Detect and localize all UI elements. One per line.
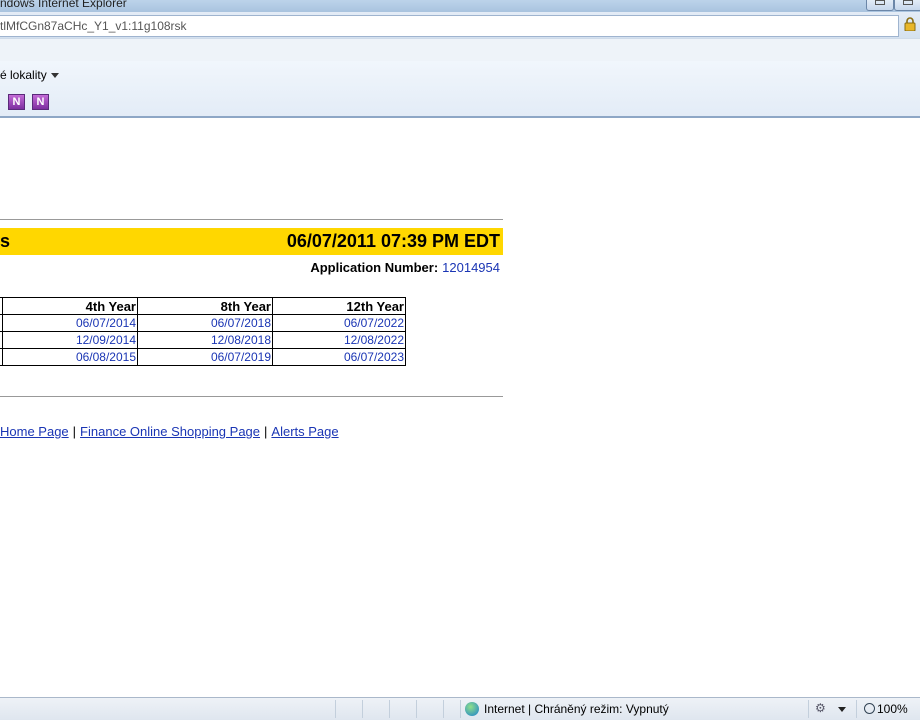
finance-online-shopping-link[interactable]: Finance Online Shopping Page [80,424,260,439]
restore-icon [903,0,913,5]
home-page-link[interactable]: Home Page [0,424,69,439]
window-title: ndows Internet Explorer [0,0,127,10]
favorites-menu[interactable]: é lokality [0,68,59,82]
globe-icon [465,702,479,716]
address-url: tlMfCGn87aCHc_Y1_v1:11g108rsk [0,19,187,33]
gear-icon[interactable]: ⚙ [815,702,829,715]
lock-icon[interactable] [903,17,917,31]
restore-button[interactable] [894,0,920,11]
divider-bottom [0,396,503,397]
table-cell: 06/08/2015 [2,348,138,366]
chevron-down-icon[interactable] [838,707,846,712]
link-separator: | [72,424,77,439]
application-number-label: Application Number: [310,260,439,275]
page-header-title: s [0,231,11,251]
status-divider [416,700,417,718]
favorites-label: é lokality [0,68,47,82]
table-cell: 06/07/2022 [272,314,406,332]
address-bar: tlMfCGn87aCHc_Y1_v1:11g108rsk [0,12,920,38]
table-row: 12/09/2014 12/08/2018 12/08/2022 [0,331,406,349]
minimize-button[interactable] [866,0,894,11]
alerts-page-link[interactable]: Alerts Page [271,424,338,439]
table-cell: 06/07/2018 [137,314,273,332]
chevron-down-icon [50,73,59,79]
table-cell: 06/07/2014 [2,314,138,332]
status-divider [335,700,336,718]
table-cell: 06/07/2019 [137,348,273,366]
command-bar [0,38,920,62]
onenote-linked-icon[interactable]: N [32,94,49,110]
table-header-cell: 12th Year [272,297,406,315]
status-bar: Internet | Chráněný režim: Vypnutý ⚙ 100… [0,697,920,720]
table-cell: 12/09/2014 [2,331,138,349]
link-separator: | [264,424,268,439]
page-header-bar: s 06/07/2011 07:39 PM EDT [0,228,503,255]
status-divider [389,700,390,718]
status-divider [443,700,444,718]
application-number: Application Number: 12014954 [310,260,500,275]
table-cell: 12/08/2018 [137,331,273,349]
page-content: s 06/07/2011 07:39 PM EDT Application Nu… [0,118,920,696]
status-divider [460,700,461,718]
divider-top [0,219,503,220]
zoom-icon[interactable] [864,703,875,714]
table-row: 06/07/2014 06/07/2018 06/07/2022 [0,314,406,332]
status-divider [808,700,809,718]
onenote-icon[interactable]: N [8,94,25,110]
security-zone[interactable]: Internet | Chráněný režim: Vypnutý [484,702,669,716]
favorites-bar: é lokality N N [0,61,920,118]
title-bar: ndows Internet Explorer [0,0,920,12]
status-divider [362,700,363,718]
table-header-cell: 4th Year [2,297,138,315]
table-header-cell: 8th Year [137,297,273,315]
dates-table: 4th Year 8th Year 12th Year 06/07/2014 0… [0,297,406,366]
application-number-value: 12014954 [442,260,500,275]
zoom-level[interactable]: 100% [877,702,908,716]
table-cell: 12/08/2022 [272,331,406,349]
table-header-row: 4th Year 8th Year 12th Year [0,297,406,315]
footer-links: Home Page | Finance Online Shopping Page | A… [0,424,339,439]
status-divider [856,700,857,718]
address-field[interactable]: tlMfCGn87aCHc_Y1_v1:11g108rsk [0,15,899,37]
page-timestamp: 06/07/2011 07:39 PM EDT [286,231,500,251]
table-cell: 06/07/2023 [272,348,406,366]
minimize-icon [875,0,885,5]
table-row: 06/08/2015 06/07/2019 06/07/2023 [0,348,406,366]
